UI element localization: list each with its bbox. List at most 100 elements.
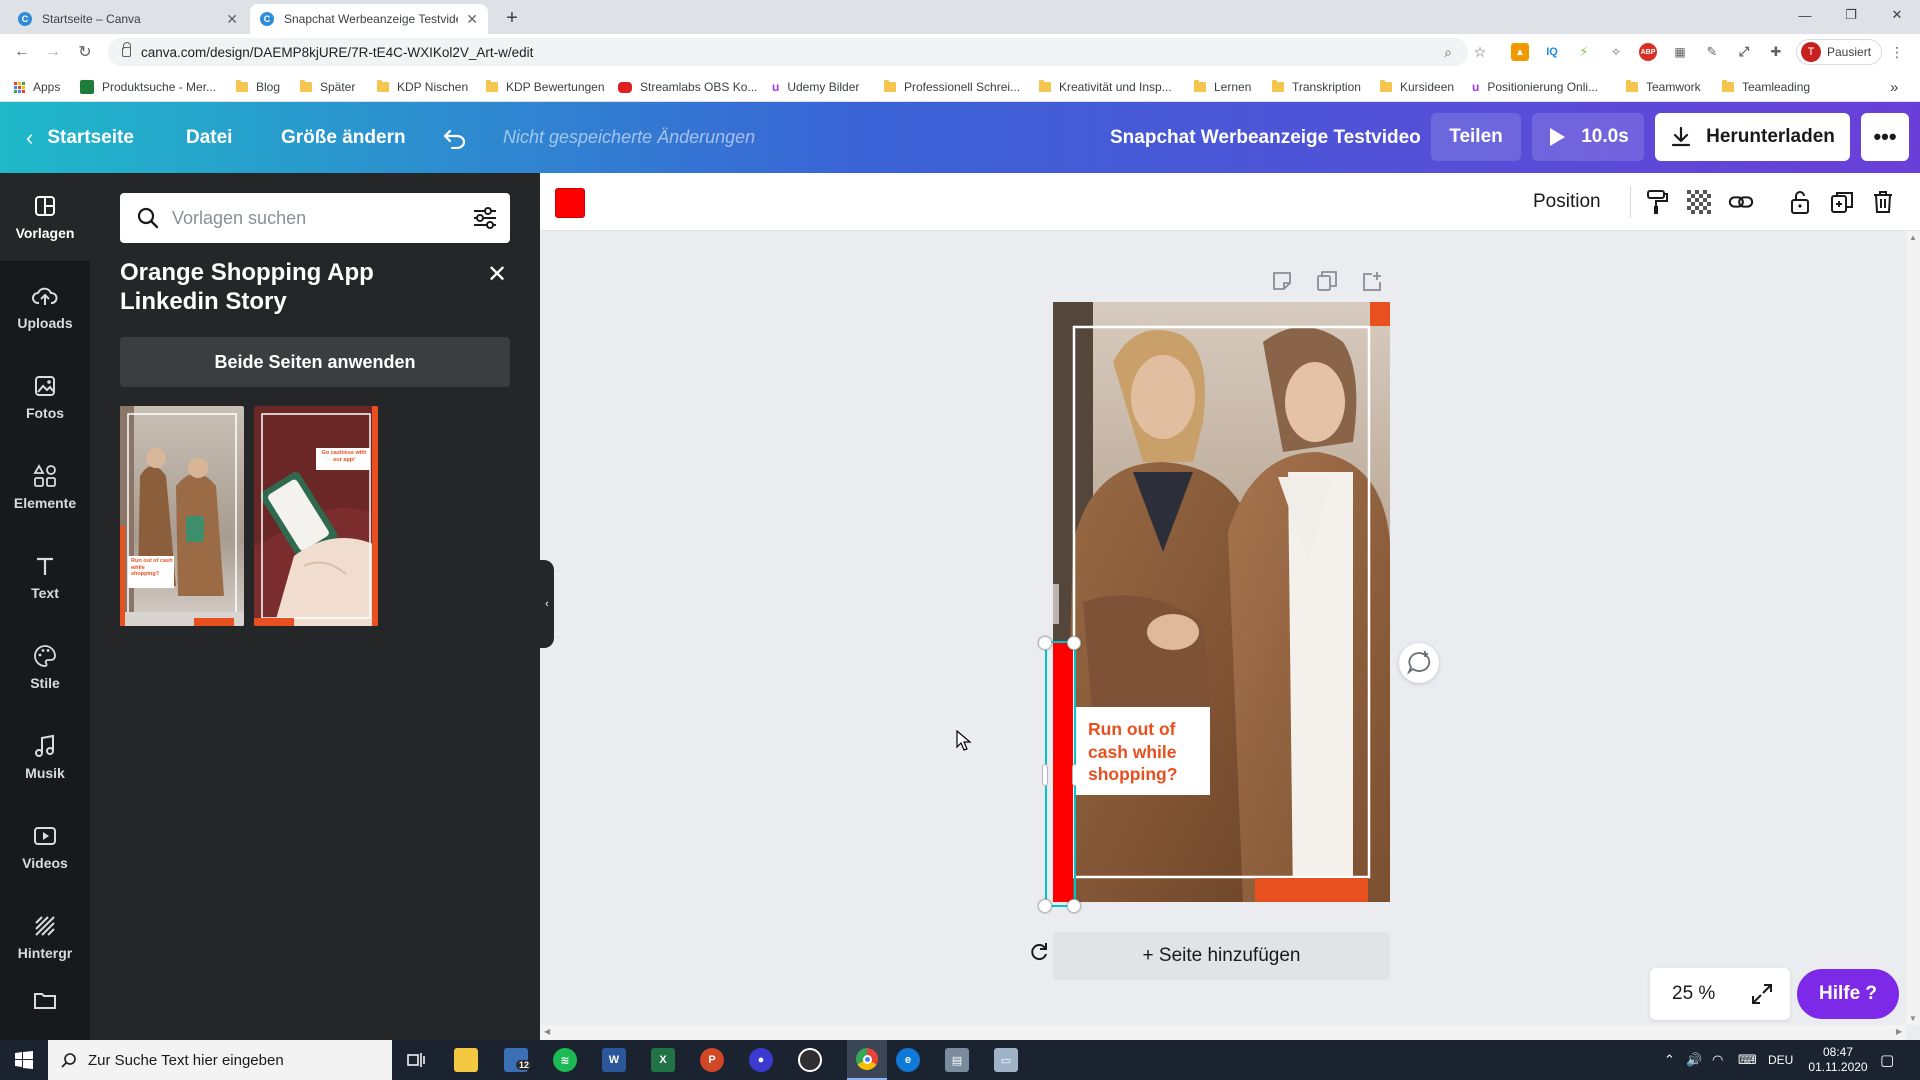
volume-icon[interactable]: 🔊 bbox=[1686, 1040, 1702, 1080]
add-page-icon[interactable] bbox=[1359, 268, 1385, 294]
trash-icon[interactable] bbox=[1870, 189, 1896, 215]
collapse-panel-button[interactable]: ‹ bbox=[540, 560, 554, 648]
file-menu-button[interactable]: Datei bbox=[186, 102, 232, 173]
network-icon[interactable]: ◠ bbox=[1712, 1040, 1723, 1080]
help-button[interactable]: Hilfe ? bbox=[1797, 969, 1899, 1019]
app-circle-icon[interactable]: ● bbox=[749, 1048, 773, 1072]
zoom-magnifier-icon[interactable]: ⌕ bbox=[1439, 43, 1457, 61]
scroll-right-arrow-icon[interactable]: ▶ bbox=[1896, 1027, 1902, 1036]
add-page-button[interactable]: + Seite hinzufügen bbox=[1053, 932, 1390, 980]
sidebar-item-elemente[interactable]: Elemente bbox=[0, 443, 90, 531]
undo-button[interactable] bbox=[442, 102, 468, 173]
keyboard-icon[interactable]: ⌨ bbox=[1738, 1040, 1757, 1080]
link-icon[interactable] bbox=[1728, 189, 1754, 215]
duplicate-icon[interactable] bbox=[1829, 189, 1855, 215]
excel-icon[interactable]: X bbox=[651, 1048, 675, 1072]
close-icon[interactable]: ✕ bbox=[486, 261, 508, 288]
design-page[interactable] bbox=[1053, 302, 1390, 902]
lock-open-icon[interactable] bbox=[1787, 189, 1813, 215]
close-icon[interactable]: ✕ bbox=[226, 11, 238, 28]
reload-icon[interactable]: ↻ bbox=[74, 42, 96, 62]
file-explorer-icon[interactable] bbox=[454, 1048, 478, 1072]
eyedropper-icon[interactable]: ✎ bbox=[1703, 43, 1721, 61]
bookmark-udemy-bilder[interactable]: u Udemy Bilder bbox=[772, 78, 859, 96]
language-indicator[interactable]: DEU bbox=[1768, 1040, 1793, 1080]
resize-button[interactable]: Größe ändern bbox=[281, 102, 406, 173]
bookmark-spaeter[interactable]: Später bbox=[300, 78, 355, 96]
page-notes-icon[interactable] bbox=[1269, 268, 1295, 294]
bookmark-blog[interactable]: Blog bbox=[236, 78, 280, 96]
sidebar-item-folder[interactable] bbox=[0, 978, 90, 1028]
zoom-control[interactable]: 25 % bbox=[1650, 968, 1790, 1020]
template-search-input[interactable]: Vorlagen suchen bbox=[120, 193, 510, 243]
sidebar-item-hintergrund[interactable]: Hintergr bbox=[0, 893, 90, 981]
design-text-box[interactable]: Run out of cash while shopping? bbox=[1076, 707, 1210, 795]
adblock-icon[interactable]: ABP bbox=[1639, 43, 1657, 61]
fullscreen-icon[interactable] bbox=[1750, 982, 1774, 1006]
new-tab-button[interactable]: + bbox=[500, 6, 524, 30]
bookmark-apps[interactable]: Apps bbox=[14, 78, 60, 96]
bookmark-star-icon[interactable]: ☆ bbox=[1471, 43, 1489, 61]
bookmark-lernen[interactable]: Lernen bbox=[1194, 78, 1251, 96]
minimize-button[interactable]: — bbox=[1782, 0, 1828, 30]
extension-chart-icon[interactable]: ⚡ bbox=[1575, 43, 1593, 61]
forward-arrow-icon[interactable]: → bbox=[42, 42, 64, 62]
bookmark-teamleading[interactable]: Teamleading bbox=[1722, 78, 1810, 96]
bookmark-transkription[interactable]: Transkription bbox=[1272, 78, 1361, 96]
scroll-down-arrow-icon[interactable]: ▼ bbox=[1909, 1014, 1917, 1023]
bookmark-positionierung[interactable]: u Positionierung Onli... bbox=[1472, 78, 1598, 96]
home-back-button[interactable]: ‹ Startseite bbox=[26, 102, 134, 173]
task-view-icon[interactable] bbox=[404, 1048, 428, 1072]
zoom-level[interactable]: 25 % bbox=[1672, 968, 1715, 1020]
resize-handle-left[interactable] bbox=[1042, 764, 1048, 786]
rotate-icon[interactable] bbox=[1027, 940, 1051, 964]
close-icon[interactable]: ✕ bbox=[466, 11, 478, 28]
tray-chevron-icon[interactable]: ⌃ bbox=[1664, 1040, 1675, 1080]
clock[interactable]: 08:47 01.11.2020 bbox=[1808, 1040, 1867, 1080]
scroll-up-arrow-icon[interactable]: ▲ bbox=[1909, 233, 1917, 242]
paint-roller-icon[interactable] bbox=[1644, 189, 1670, 215]
sidebar-item-musik[interactable]: Musik bbox=[0, 713, 90, 801]
notification-icon[interactable]: ▢ bbox=[1880, 1040, 1894, 1080]
add-comment-button[interactable] bbox=[1399, 643, 1439, 683]
profile-button[interactable]: T Pausiert bbox=[1796, 39, 1882, 65]
design-title[interactable]: Snapchat Werbeanzeige Testvideo bbox=[1110, 102, 1421, 173]
bookmark-streamlabs[interactable]: Streamlabs OBS Ko... bbox=[618, 78, 757, 96]
download-button[interactable]: Herunterladen bbox=[1655, 113, 1850, 161]
sidebar-item-videos[interactable]: Videos bbox=[0, 803, 90, 891]
word-icon[interactable]: W bbox=[602, 1048, 626, 1072]
app-monitor-icon[interactable]: ▭ bbox=[994, 1048, 1018, 1072]
windows-start-icon[interactable] bbox=[12, 1048, 36, 1072]
resize-handle-bottom-right[interactable] bbox=[1067, 899, 1081, 913]
color-swatch-button[interactable] bbox=[555, 188, 585, 218]
more-options-button[interactable]: ••• bbox=[1861, 113, 1909, 161]
extension-iq-icon[interactable]: IQ bbox=[1543, 43, 1561, 61]
bookmark-kdp-nischen[interactable]: KDP Nischen bbox=[377, 78, 468, 96]
bookmarks-overflow-button[interactable]: » bbox=[1890, 78, 1898, 96]
extensions-puzzle-icon[interactable]: ✚ bbox=[1767, 43, 1785, 61]
horizontal-scrollbar[interactable]: ◀ ▶ bbox=[540, 1025, 1906, 1040]
sidebar-item-vorlagen[interactable]: Vorlagen bbox=[0, 173, 90, 261]
vertical-scrollbar[interactable]: ▲ ▼ bbox=[1906, 231, 1920, 1025]
play-preview-button[interactable]: 10.0s bbox=[1532, 113, 1644, 161]
bookmark-kreativitaet[interactable]: Kreativität und Insp... bbox=[1039, 78, 1172, 96]
sidebar-item-fotos[interactable]: Fotos bbox=[0, 353, 90, 441]
filter-sliders-icon[interactable] bbox=[472, 206, 498, 230]
position-button[interactable]: Position bbox=[1533, 173, 1601, 231]
template-thumbnail-2[interactable]: Go cashless with our app! bbox=[254, 406, 378, 626]
extension-shield-icon[interactable]: ▲ bbox=[1511, 43, 1529, 61]
transparency-checker-icon[interactable] bbox=[1686, 189, 1712, 215]
powerpoint-icon[interactable]: P bbox=[700, 1048, 724, 1072]
sidebar-item-text[interactable]: Text bbox=[0, 533, 90, 621]
extension-grid-icon[interactable]: ▦ bbox=[1671, 43, 1689, 61]
obs-icon[interactable] bbox=[798, 1048, 822, 1072]
spotify-icon[interactable]: ≋ bbox=[553, 1048, 577, 1072]
bookmark-professionell[interactable]: Professionell Schrei... bbox=[884, 78, 1020, 96]
restore-button[interactable]: ❐ bbox=[1828, 0, 1874, 30]
tab-startseite[interactable]: C Startseite – Canva ✕ bbox=[8, 4, 248, 34]
bookmark-teamwork[interactable]: Teamwork bbox=[1626, 78, 1701, 96]
apply-both-pages-button[interactable]: Beide Seiten anwenden bbox=[120, 337, 510, 387]
resize-handle-top-left[interactable] bbox=[1038, 636, 1052, 650]
sidebar-item-uploads[interactable]: Uploads bbox=[0, 263, 90, 351]
bookmark-kdp-bewertungen[interactable]: KDP Bewertungen bbox=[486, 78, 605, 96]
